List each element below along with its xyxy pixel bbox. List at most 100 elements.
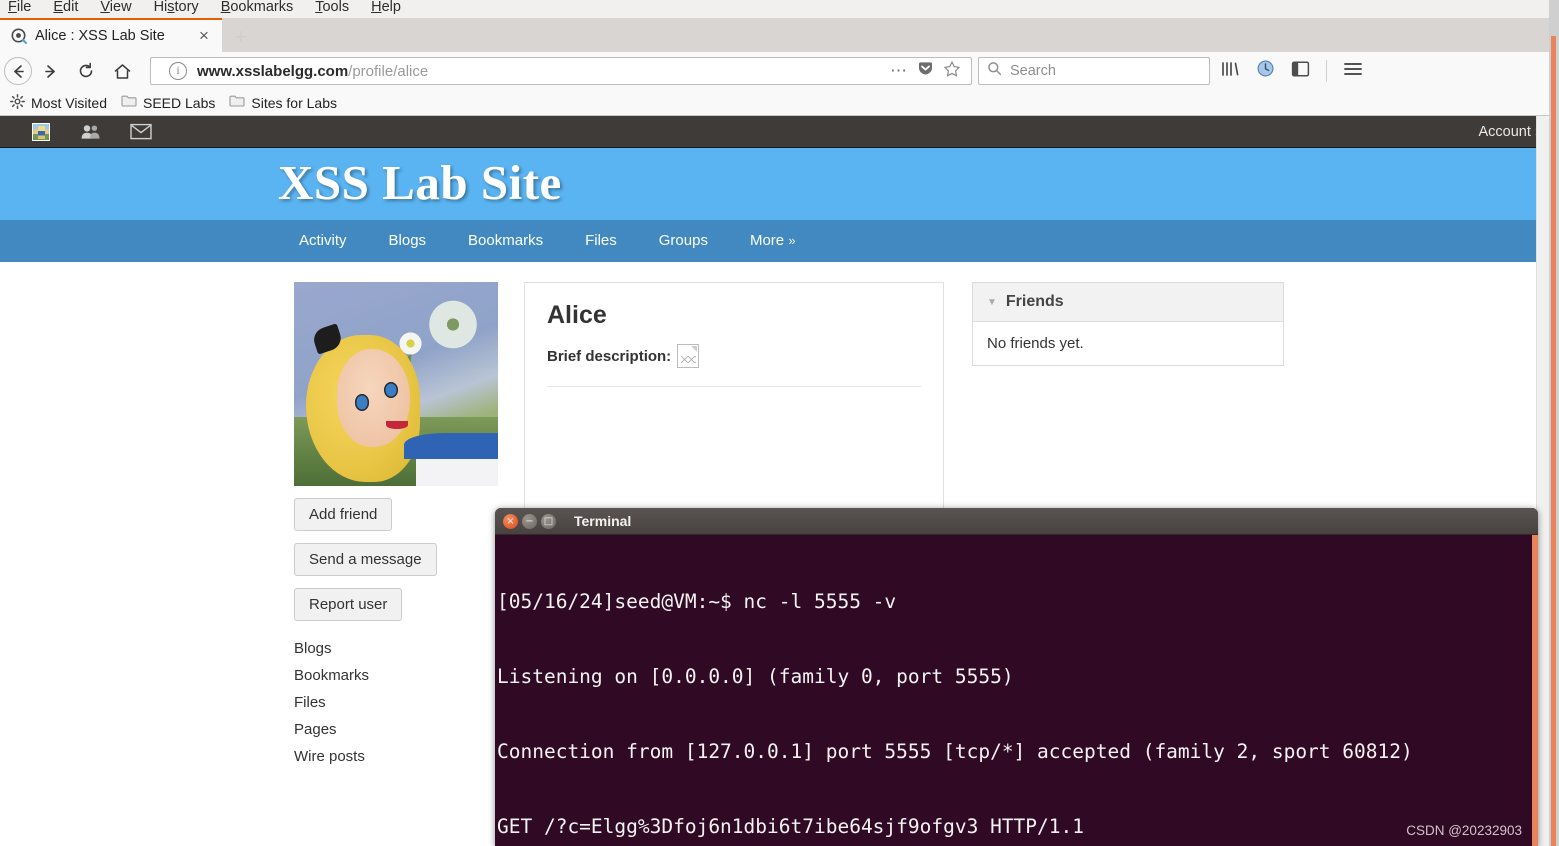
- chevron-right-icon: »: [788, 233, 796, 248]
- hamburger-menu-icon[interactable]: [1343, 61, 1363, 82]
- sidebar-item-wire-posts[interactable]: Wire posts: [294, 743, 510, 770]
- sidebar-icon[interactable]: [1291, 60, 1310, 83]
- watermark: CSDN @20232903: [1406, 823, 1522, 838]
- broken-image-icon: [677, 344, 700, 368]
- terminal-output[interactable]: [05/16/24]seed@VM:~$ nc -l 5555 -v Liste…: [495, 535, 1538, 846]
- brief-description-label: Brief description:: [547, 347, 672, 365]
- menu-view[interactable]: View: [100, 0, 131, 16]
- url-path: /profile/alice: [348, 62, 429, 80]
- sync-account-icon[interactable]: [1256, 59, 1275, 83]
- tab-strip: Alice : XSS Lab Site × +: [0, 18, 1559, 52]
- account-menu[interactable]: Account »: [1478, 124, 1543, 140]
- library-icon[interactable]: [1220, 60, 1240, 83]
- site-info-icon[interactable]: i: [169, 62, 187, 80]
- user-avatar-icon[interactable]: [30, 121, 52, 143]
- terminal-line: Connection from [127.0.0.1] port 5555 [t…: [497, 740, 1413, 763]
- toolbar-divider: [1326, 60, 1327, 82]
- chevron-down-icon[interactable]: ▼: [987, 297, 997, 308]
- sidebar-item-files[interactable]: Files: [294, 689, 510, 716]
- search-icon: [987, 61, 1002, 81]
- profile-details-card: Alice Brief description:: [524, 282, 944, 512]
- menu-bookmarks[interactable]: Bookmarks: [221, 0, 294, 16]
- elgg-topbar: Account »: [0, 116, 1559, 148]
- maximize-icon[interactable]: □: [541, 513, 556, 529]
- tab-alice-xss-lab-site[interactable]: Alice : XSS Lab Site ×: [0, 18, 222, 52]
- gear-icon: [10, 93, 25, 112]
- bookmark-sites-for-labs[interactable]: Sites for Labs: [229, 94, 337, 111]
- terminal-title: Terminal: [574, 513, 632, 529]
- divider: [547, 386, 921, 387]
- new-tab-button[interactable]: +: [226, 21, 256, 52]
- messages-icon[interactable]: [130, 121, 152, 143]
- friends-panel: ▼ Friends No friends yet.: [972, 282, 1284, 366]
- terminal-window[interactable]: × − □ Terminal [05/16/24]seed@VM:~$ nc -…: [495, 508, 1538, 846]
- friends-panel-header[interactable]: ▼ Friends: [973, 283, 1283, 322]
- back-button[interactable]: [4, 57, 32, 85]
- forward-button[interactable]: [32, 54, 68, 88]
- menu-edit[interactable]: Edit: [53, 0, 78, 16]
- chrome-action-icons: [1220, 59, 1376, 83]
- terminal-line: Listening on [0.0.0.0] (family 0, port 5…: [497, 665, 1014, 688]
- browser-menubar: File Edit View History Bookmarks Tools H…: [0, 0, 1559, 18]
- friends-icon[interactable]: [80, 121, 102, 143]
- url-text: www.xsslabelgg.com/profile/alice: [197, 63, 428, 80]
- home-button[interactable]: [104, 54, 140, 88]
- terminal-scrollbar[interactable]: [1532, 535, 1538, 846]
- window-right-edge: [1549, 0, 1559, 846]
- nav-more-label: More: [749, 232, 785, 249]
- alice-avatar-image: [294, 282, 498, 486]
- folder-icon: [121, 94, 137, 111]
- page-actions-icon[interactable]: ⋯: [890, 62, 908, 79]
- add-friend-button[interactable]: Add friend: [294, 498, 393, 531]
- url-actions: ⋯: [890, 60, 965, 83]
- elgg-main-nav: Activity Blogs Bookmarks Files Groups Mo…: [0, 220, 1559, 262]
- sidebar-item-pages[interactable]: Pages: [294, 716, 510, 743]
- search-input[interactable]: Search: [1010, 63, 1056, 79]
- send-message-button[interactable]: Send a message: [294, 543, 437, 576]
- terminal-line: GET /?c=Elgg%3Dfoj6n1dbi6t7ibe64sjf9ofgv…: [497, 815, 1084, 838]
- nav-item-bookmarks[interactable]: Bookmarks: [447, 220, 564, 262]
- reload-button[interactable]: [68, 54, 104, 88]
- menu-help[interactable]: Help: [371, 0, 401, 16]
- account-label: Account: [1478, 123, 1531, 140]
- close-icon[interactable]: ×: [194, 26, 214, 46]
- url-bar[interactable]: i www.xsslabelgg.com/profile/alice ⋯: [150, 57, 972, 85]
- minimize-icon[interactable]: −: [522, 513, 537, 529]
- nav-item-more[interactable]: More »: [729, 220, 817, 262]
- sidebar-item-blogs[interactable]: Blogs: [294, 635, 510, 662]
- elgg-header: XSS Lab Site: [0, 148, 1559, 220]
- bookmark-star-icon[interactable]: [943, 60, 961, 83]
- nav-item-files[interactable]: Files: [564, 220, 638, 262]
- report-user-button[interactable]: Report user: [294, 588, 403, 621]
- page-favicon-icon: [10, 27, 28, 45]
- bookmark-seed-labs[interactable]: SEED Labs: [121, 94, 215, 111]
- terminal-line: [05/16/24]seed@VM:~$ nc -l 5555 -v: [497, 590, 897, 613]
- bookmark-most-visited[interactable]: Most Visited: [10, 93, 107, 112]
- menu-tools[interactable]: Tools: [315, 0, 349, 16]
- brief-description-row: Brief description:: [547, 344, 921, 368]
- sidebar-item-bookmarks[interactable]: Bookmarks: [294, 662, 510, 689]
- folder-icon: [229, 94, 245, 111]
- avatar[interactable]: [294, 282, 498, 486]
- url-domain: www.xsslabelgg.com: [197, 62, 349, 80]
- friends-sidebar: ▼ Friends No friends yet.: [972, 282, 1284, 366]
- terminal-titlebar[interactable]: × − □ Terminal: [495, 508, 1538, 535]
- site-title: XSS Lab Site: [278, 155, 562, 210]
- menu-history[interactable]: History: [154, 0, 199, 16]
- tab-title: Alice : XSS Lab Site: [35, 28, 165, 44]
- bookmark-label: SEED Labs: [143, 94, 216, 111]
- friends-empty-text: No friends yet.: [973, 322, 1283, 365]
- nav-item-activity[interactable]: Activity: [278, 220, 368, 262]
- page-title: Alice: [547, 301, 607, 329]
- profile-sidebar: Add friend Send a message Report user Bl…: [280, 282, 510, 770]
- bookmark-label: Sites for Labs: [251, 94, 337, 111]
- bookmark-label: Most Visited: [31, 94, 107, 111]
- pocket-icon[interactable]: [917, 60, 934, 82]
- menu-file[interactable]: File: [8, 0, 31, 16]
- nav-item-blogs[interactable]: Blogs: [368, 220, 448, 262]
- profile-link-list: Blogs Bookmarks Files Pages Wire posts: [294, 635, 510, 770]
- nav-item-groups[interactable]: Groups: [638, 220, 729, 262]
- bookmarks-toolbar: Most Visited SEED Labs Sites for Labs: [0, 90, 1559, 116]
- search-bar[interactable]: Search: [978, 57, 1210, 85]
- close-icon[interactable]: ×: [503, 513, 518, 529]
